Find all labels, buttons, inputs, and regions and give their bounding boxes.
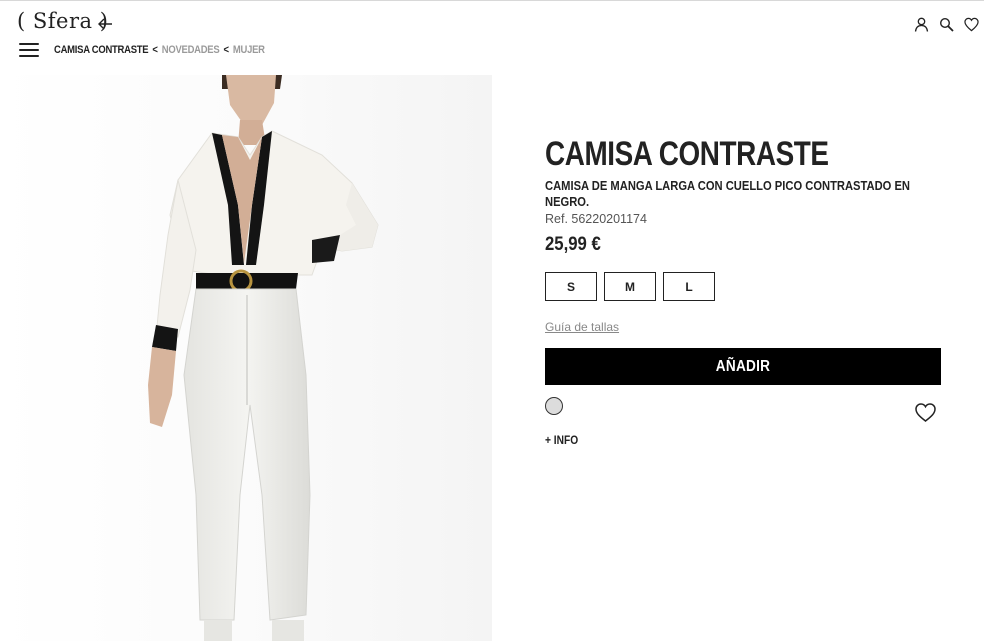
size-guide-link[interactable]: Guía de tallas [545, 320, 619, 334]
back-arrow-icon[interactable] [97, 17, 113, 31]
search-icon[interactable] [939, 17, 954, 32]
size-selector: S M L [545, 272, 715, 301]
breadcrumb-novedades[interactable]: NOVEDADES [162, 44, 220, 56]
top-border [0, 0, 984, 1]
wishlist-heart-icon[interactable] [915, 403, 936, 422]
menu-icon[interactable] [19, 43, 39, 58]
add-to-cart-label: AÑADIR [715, 357, 771, 375]
heart-icon[interactable] [964, 17, 979, 32]
size-button-l[interactable]: L [663, 272, 715, 301]
product-reference: Ref. 56220201174 [545, 212, 647, 226]
breadcrumb-current: CAMISA CONTRASTE [54, 44, 149, 56]
color-swatch[interactable] [545, 397, 563, 415]
breadcrumb-mujer[interactable]: MUJER [233, 44, 265, 56]
product-title: CAMISA CONTRASTE [545, 135, 829, 173]
breadcrumb: CAMISA CONTRASTE < NOVEDADES < MUJER [54, 44, 265, 56]
breadcrumb-separator: < [223, 44, 230, 56]
product-image[interactable] [0, 75, 492, 641]
product-description: CAMISA DE MANGA LARGA CON CUELLO PICO CO… [545, 178, 911, 209]
breadcrumb-separator: < [152, 44, 158, 56]
more-info-link[interactable]: + INFO [545, 433, 578, 447]
product-price: 25,99 € [545, 234, 601, 255]
size-button-m[interactable]: M [604, 272, 656, 301]
add-to-cart-button[interactable]: AÑADIR [545, 348, 941, 385]
sfera-logo[interactable]: ( Sfera ) [17, 9, 108, 33]
model-illustration [148, 75, 379, 641]
size-button-s[interactable]: S [545, 272, 597, 301]
header-actions [914, 17, 979, 32]
user-icon[interactable] [914, 17, 929, 32]
